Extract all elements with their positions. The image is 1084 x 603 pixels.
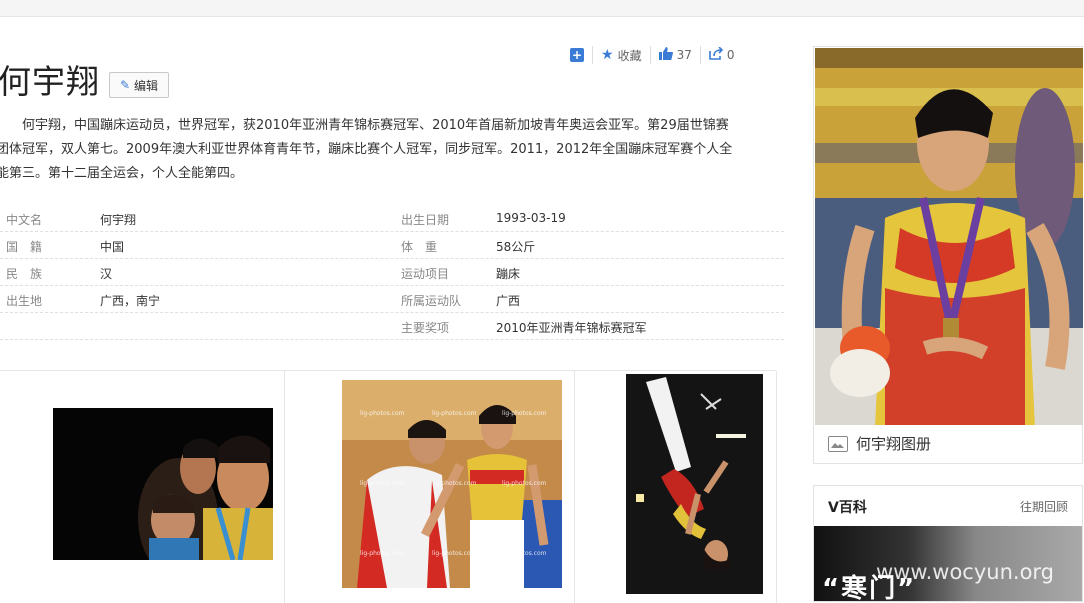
- edit-button[interactable]: ✎ 编辑: [109, 72, 169, 98]
- info-value: 中国: [100, 240, 125, 254]
- photo-watermark: lig-photos.com: [432, 410, 477, 417]
- share-icon: [709, 45, 723, 64]
- photo-watermark: lig-photos.com: [432, 480, 477, 487]
- vbaike-card: V百科 往期回顾 “寒门”: [813, 485, 1083, 602]
- divider: [592, 46, 593, 64]
- gallery-photo[interactable]: [626, 374, 763, 594]
- pencil-icon: ✎: [119, 78, 131, 92]
- photo-watermark: lig-photos.com: [432, 550, 477, 557]
- photo-gallery: lig-photos.com lig-photos.com lig-photos…: [0, 370, 777, 603]
- gallery-cell[interactable]: lig-photos.com lig-photos.com lig-photos…: [284, 371, 575, 603]
- info-key: 主要奖项: [401, 321, 450, 335]
- photo-watermark: lig-photos.com: [360, 480, 405, 487]
- divider: [699, 46, 701, 64]
- info-row: 出生地 广西，南宁 所属运动队 广西: [0, 286, 784, 313]
- info-key: 民 族: [6, 267, 43, 281]
- star-icon: ★: [601, 47, 614, 63]
- thumbs-up-icon: [658, 46, 673, 64]
- info-value: 蹦床: [496, 267, 521, 281]
- info-value: 2010年亚洲青年锦标赛冠军: [496, 321, 647, 335]
- gallery-photo[interactable]: [53, 408, 273, 560]
- info-key: 中文名: [6, 213, 43, 227]
- edit-label: 编辑: [134, 78, 159, 93]
- image-icon: [828, 435, 848, 452]
- album-label: 何宇翔图册: [856, 435, 932, 453]
- divider: [649, 46, 651, 64]
- summary-line: 团体冠军，双人第七。2009年澳大利亚世界体育青年节，蹦床比赛个人冠军，同步冠军…: [0, 142, 733, 157]
- info-row: 国 籍 中国 体 重 58公斤: [0, 232, 784, 259]
- info-row: 中文名 何宇翔 出生日期 1993-03-19: [0, 205, 784, 232]
- info-value: 58公斤: [496, 240, 536, 254]
- vbaike-more-link[interactable]: 往期回顾: [1020, 498, 1068, 515]
- favorite-button[interactable]: ★ 收藏: [601, 47, 642, 64]
- info-key: 运动项目: [401, 267, 450, 281]
- gallery-cell[interactable]: [574, 371, 777, 603]
- summary-line: 能第三。第十二届全运会，个人全能第四。: [0, 166, 244, 181]
- like-button[interactable]: 37: [658, 46, 692, 64]
- info-key: 体 重: [401, 240, 438, 254]
- album-card[interactable]: 何宇翔图册: [813, 46, 1083, 464]
- info-value: 1993-03-19: [496, 211, 566, 225]
- vbaike-title: V百科: [828, 500, 867, 516]
- photo-watermark: lig-photos.com: [360, 410, 405, 417]
- photo-watermark: lig-photos.com: [502, 550, 547, 557]
- plus-icon[interactable]: +: [570, 48, 584, 62]
- page-title: 何宇翔: [0, 62, 100, 101]
- info-row: 主要奖项 2010年亚洲青年锦标赛冠军: [0, 313, 784, 340]
- photo-watermark: lig-photos.com: [360, 550, 405, 557]
- album-link[interactable]: 何宇翔图册: [828, 433, 931, 454]
- portrait-photo[interactable]: [815, 48, 1083, 425]
- info-key: 出生日期: [401, 213, 450, 227]
- site-watermark: www.wocyun.org: [876, 560, 1055, 584]
- gallery-photo[interactable]: lig-photos.com lig-photos.com lig-photos…: [342, 380, 562, 588]
- info-value: 广西: [496, 294, 521, 308]
- top-bar: [0, 0, 1084, 17]
- info-value: 汉: [100, 267, 113, 281]
- favorite-label: 收藏: [617, 48, 642, 63]
- like-count: 37: [676, 48, 692, 62]
- share-button[interactable]: 0: [709, 45, 735, 64]
- photo-watermark: lig-photos.com: [502, 480, 547, 487]
- basic-info-table: 中文名 何宇翔 出生日期 1993-03-19 国 籍 中国 体 重 58公斤 …: [0, 205, 784, 340]
- lemma-summary: 何宇翔，中国蹦床运动员，世界冠军，获2010年亚洲青年锦标赛冠军、2010年首届…: [0, 114, 780, 186]
- info-value: 广西，南宁: [100, 294, 161, 308]
- info-key: 国 籍: [6, 240, 43, 254]
- entry-toolbar: + ★ 收藏 37 0: [570, 45, 735, 65]
- vbaike-header: V百科 往期回顾: [814, 486, 1082, 527]
- info-value: 何宇翔: [100, 213, 137, 227]
- photo-watermark: lig-photos.com: [502, 410, 547, 417]
- summary-line: 何宇翔，中国蹦床运动员，世界冠军，获2010年亚洲青年锦标赛冠军、2010年首届…: [22, 118, 729, 133]
- info-row: 民 族 汉 运动项目 蹦床: [0, 259, 784, 286]
- info-key: 出生地: [6, 294, 43, 308]
- gallery-cell[interactable]: [0, 371, 285, 603]
- share-count: 0: [726, 48, 735, 62]
- info-key: 所属运动队: [401, 294, 462, 308]
